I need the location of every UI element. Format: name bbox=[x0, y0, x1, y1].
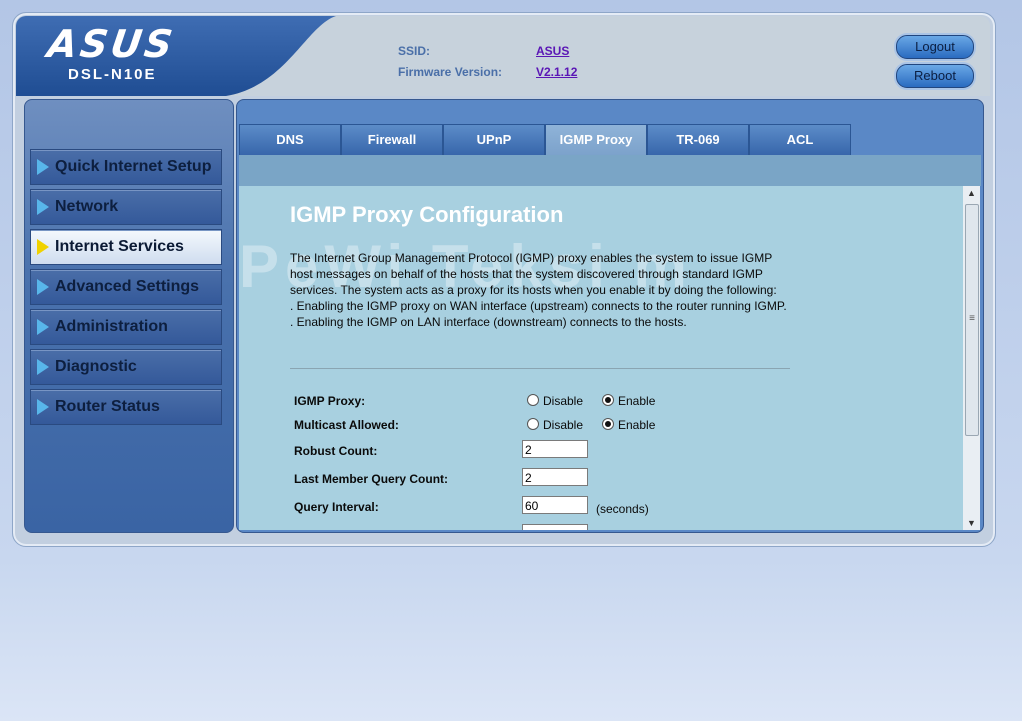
sidebar-item-administration[interactable]: Administration bbox=[30, 309, 222, 345]
page-title: IGMP Proxy Configuration bbox=[290, 202, 564, 227]
radio-on-icon bbox=[602, 418, 614, 430]
scroll-thumb[interactable]: ≡ bbox=[965, 204, 979, 436]
asus-logo: ASUS bbox=[44, 22, 179, 66]
tab-upnp[interactable]: UPnP bbox=[443, 124, 545, 155]
tab-igmp-proxy[interactable]: IGMP Proxy bbox=[545, 124, 647, 155]
query-interval-unit: (seconds) bbox=[596, 502, 649, 516]
arrow-icon bbox=[37, 279, 49, 295]
radio-label: Enable bbox=[618, 394, 656, 408]
ssid-label: SSID: bbox=[398, 44, 431, 58]
next-field-input[interactable] bbox=[522, 524, 588, 530]
sidebar-item-label: Network bbox=[55, 198, 119, 215]
firmware-label: Firmware Version: bbox=[398, 65, 503, 79]
radio-off-icon bbox=[527, 418, 539, 430]
radio-off-icon bbox=[527, 394, 539, 406]
multicast-disable-radio[interactable]: Disable bbox=[527, 418, 583, 432]
description-bullet: . Enabling the IGMP proxy on WAN interfa… bbox=[290, 299, 787, 313]
tab-dns[interactable]: DNS bbox=[239, 124, 341, 155]
query-interval-input[interactable]: 60 bbox=[522, 496, 588, 514]
model-name: DSL-N10E bbox=[68, 66, 157, 83]
igmp-proxy-disable-radio[interactable]: Disable bbox=[527, 394, 583, 408]
sidebar-item-router-status[interactable]: Router Status bbox=[30, 389, 222, 425]
arrow-icon bbox=[37, 399, 49, 415]
multicast-enable-radio[interactable]: Enable bbox=[602, 418, 655, 432]
sidebar-item-label: Router Status bbox=[55, 398, 160, 415]
robust-count-label: Robust Count: bbox=[294, 444, 378, 458]
robust-count-input[interactable]: 2 bbox=[522, 440, 588, 458]
sidebar-item-quick-internet-setup[interactable]: Quick Internet Setup bbox=[30, 149, 222, 185]
sidebar-item-label: Administration bbox=[55, 318, 168, 335]
igmp-proxy-enable-radio[interactable]: Enable bbox=[602, 394, 655, 408]
sidebar-item-diagnostic[interactable]: Diagnostic bbox=[30, 349, 222, 385]
description-bullet: . Enabling the IGMP on LAN interface (do… bbox=[290, 315, 687, 329]
arrow-icon bbox=[37, 239, 49, 255]
sidebar-item-network[interactable]: Network bbox=[30, 189, 222, 225]
ssid-link[interactable]: ASUS bbox=[536, 44, 569, 58]
radio-on-icon bbox=[602, 394, 614, 406]
arrow-icon bbox=[37, 199, 49, 215]
tab-acl[interactable]: ACL bbox=[749, 124, 851, 155]
arrow-icon bbox=[37, 359, 49, 375]
tab-firewall[interactable]: Firewall bbox=[341, 124, 443, 155]
last-member-query-count-input[interactable]: 2 bbox=[522, 468, 588, 486]
radio-label: Enable bbox=[618, 418, 656, 432]
radio-label: Disable bbox=[543, 418, 584, 432]
logout-button[interactable]: Logout bbox=[896, 35, 974, 59]
sidebar-item-advanced-settings[interactable]: Advanced Settings bbox=[30, 269, 222, 305]
description-paragraph: The Internet Group Management Protocol (… bbox=[290, 251, 777, 297]
tab-strip bbox=[239, 155, 981, 186]
scroll-up-icon[interactable]: ▲ bbox=[963, 186, 980, 200]
page-description: The Internet Group Management Protocol (… bbox=[290, 250, 790, 330]
arrow-icon bbox=[37, 159, 49, 175]
config-panel: PeWi Teksi m IGMP Proxy Configuration Th… bbox=[239, 186, 963, 530]
sidebar: Quick Internet Setup Network Internet Se… bbox=[24, 99, 234, 533]
last-member-query-count-label: Last Member Query Count: bbox=[294, 472, 449, 486]
tab-tr069[interactable]: TR-069 bbox=[647, 124, 749, 155]
scrollbar[interactable]: ▲ ≡ ▼ bbox=[963, 186, 980, 530]
header-bar: ASUS DSL-N10E SSID: ASUS Firmware Versio… bbox=[16, 16, 990, 96]
radio-label: Disable bbox=[543, 394, 584, 408]
sidebar-item-label: Quick Internet Setup bbox=[55, 158, 212, 175]
scroll-down-icon[interactable]: ▼ bbox=[963, 516, 980, 530]
reboot-button[interactable]: Reboot bbox=[896, 64, 974, 88]
arrow-icon bbox=[37, 319, 49, 335]
grip-icon: ≡ bbox=[969, 313, 975, 324]
divider bbox=[290, 368, 790, 369]
content-area: DNS Firewall UPnP IGMP Proxy TR-069 ACL … bbox=[236, 99, 984, 533]
multicast-allowed-label: Multicast Allowed: bbox=[294, 418, 399, 432]
sidebar-item-label: Advanced Settings bbox=[55, 278, 200, 295]
sidebar-item-internet-services[interactable]: Internet Services bbox=[30, 229, 222, 265]
sidebar-item-label: Diagnostic bbox=[55, 358, 137, 375]
igmp-proxy-label: IGMP Proxy: bbox=[294, 394, 366, 408]
query-interval-label: Query Interval: bbox=[294, 500, 379, 514]
sidebar-item-label: Internet Services bbox=[55, 238, 184, 255]
firmware-link[interactable]: V2.1.12 bbox=[536, 65, 577, 79]
